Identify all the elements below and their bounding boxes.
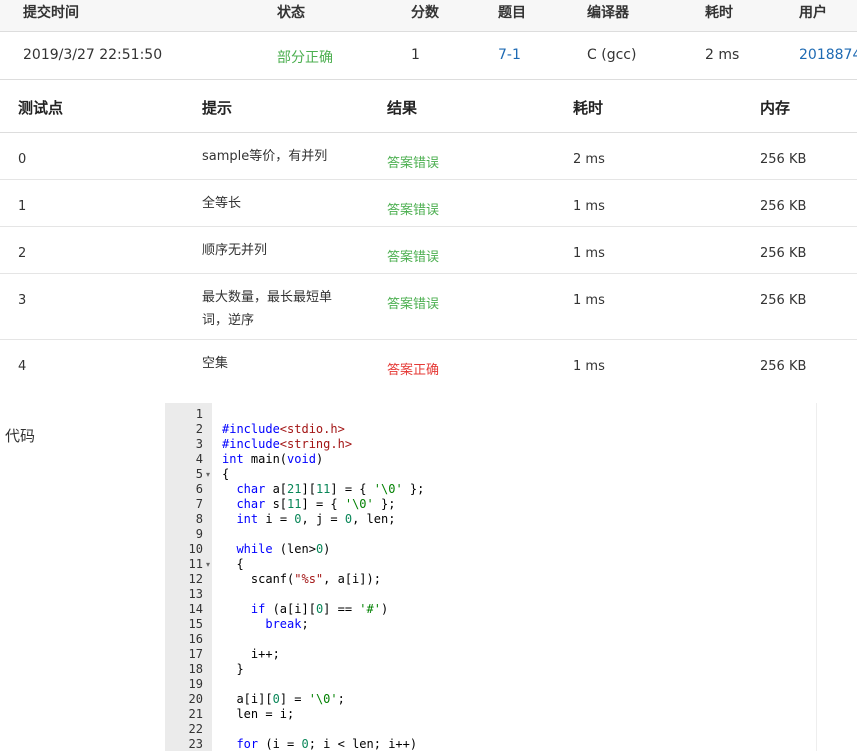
code-line: int i = 0, j = 0, len; xyxy=(236,512,396,526)
testpoint-hint: 空集 xyxy=(202,356,229,371)
code-line: #include<string.h> xyxy=(222,437,353,451)
line-number: 13 xyxy=(188,587,203,601)
header-duration: 耗时 xyxy=(705,5,733,21)
code-line: scanf("%s", a[i]); xyxy=(222,572,381,586)
code-line: char a[21][11] = { '\0' }; xyxy=(236,482,425,496)
header-compiler: 编译器 xyxy=(587,5,629,21)
testpoint-memory: 256 KB xyxy=(760,199,807,214)
user-link[interactable]: 2018874 xyxy=(799,47,857,63)
header-problem: 题目 xyxy=(498,5,526,21)
header-user: 用户 xyxy=(799,5,827,21)
testpoint-memory: 256 KB xyxy=(760,359,807,374)
line-number: 8 xyxy=(195,512,203,526)
line-number: 20 xyxy=(188,692,203,706)
line-number-gutter: 1 2 3 4 5 ▾ 6 7 8 9 10 11 ▾ 12 13 14 15 16 17 18 19 20 21 22 23 xyxy=(165,403,212,751)
line-number: 9 xyxy=(195,527,203,541)
testpoint-result: 答案错误 xyxy=(387,156,440,171)
testpoint-id: 0 xyxy=(18,152,27,167)
code-line: for (i = 0; i < len; i++) xyxy=(236,737,418,751)
testpoint-result: 答案错误 xyxy=(387,297,440,312)
line-number: 10 xyxy=(188,542,203,556)
testpoint-duration: 1 ms xyxy=(573,359,605,374)
header-status: 状态 xyxy=(277,5,305,21)
line-number: 5 xyxy=(195,467,203,481)
code-line: if (a[i][0] == '#') xyxy=(250,602,389,616)
line-number: 16 xyxy=(188,632,203,646)
line-number: 11 xyxy=(188,557,203,571)
code-line: { xyxy=(222,467,230,481)
testcase-row: 0 sample等价，有并列 答案错误 2 ms 256 KB xyxy=(0,133,857,180)
testpoint-hint: sample等价，有并列 xyxy=(202,149,328,164)
line-number: 4 xyxy=(195,452,203,466)
code-line: a[i][0] = '\0'; xyxy=(222,692,345,706)
code-label: 代码 xyxy=(5,427,36,445)
testpoint-hint: 全等长 xyxy=(202,196,242,211)
status-badge: 部分正确 xyxy=(277,50,333,66)
submission-table-header: 提交时间 状态 分数 题目 编译器 耗时 用户 xyxy=(0,0,857,32)
line-number: 22 xyxy=(188,722,203,736)
line-number: 12 xyxy=(188,572,203,586)
problem-link[interactable]: 7-1 xyxy=(498,47,521,63)
line-number: 18 xyxy=(188,662,203,676)
duration-value: 2 ms xyxy=(705,47,740,63)
header-tc-duration: 耗时 xyxy=(573,99,604,117)
code-line: { xyxy=(222,557,244,571)
code-line: #include<stdio.h> xyxy=(222,422,345,436)
testpoint-id: 4 xyxy=(18,359,27,374)
header-score: 分数 xyxy=(411,5,439,21)
fold-toggle-icon[interactable]: ▾ xyxy=(206,467,210,482)
header-testpoint: 测试点 xyxy=(18,99,64,117)
code-line: char s[11] = { '\0' }; xyxy=(236,497,396,511)
line-number: 14 xyxy=(188,602,203,616)
code-line: i++; xyxy=(222,647,280,661)
testpoint-result: 答案错误 xyxy=(387,203,440,218)
header-submit-time: 提交时间 xyxy=(23,5,79,21)
testpoint-duration: 1 ms xyxy=(573,199,605,214)
header-hint: 提示 xyxy=(202,99,233,117)
header-memory: 内存 xyxy=(760,99,791,117)
testpoint-id: 1 xyxy=(18,199,27,214)
testpoint-memory: 256 KB xyxy=(760,246,807,261)
submit-time: 2019/3/27 22:51:50 xyxy=(23,47,163,63)
testpoint-duration: 2 ms xyxy=(573,152,605,167)
code-line: len = i; xyxy=(222,707,295,721)
testpoint-id: 3 xyxy=(18,293,27,308)
code-line: break; xyxy=(265,617,309,631)
line-number: 6 xyxy=(195,482,203,496)
testcase-table-header: 测试点 提示 结果 耗时 内存 xyxy=(0,80,857,133)
testpoint-result: 答案正确 xyxy=(387,363,440,378)
testpoint-duration: 1 ms xyxy=(573,293,605,308)
code-line: int main(void) xyxy=(222,452,324,466)
testcase-row: 3 最大数量，最长最短单词，逆序 答案错误 1 ms 256 KB xyxy=(0,274,857,340)
testpoint-result: 答案错误 xyxy=(387,250,440,265)
line-number: 15 xyxy=(188,617,203,631)
line-number: 2 xyxy=(195,422,203,436)
testpoint-duration: 1 ms xyxy=(573,246,605,261)
line-number: 19 xyxy=(188,677,203,691)
header-result: 结果 xyxy=(387,99,418,117)
testcase-row: 4 空集 答案正确 1 ms 256 KB xyxy=(0,340,857,386)
testcase-row: 1 全等长 答案错误 1 ms 256 KB xyxy=(0,180,857,227)
testpoint-id: 2 xyxy=(18,246,27,261)
testcase-row: 2 顺序无并列 答案错误 1 ms 256 KB xyxy=(0,227,857,274)
code-editor[interactable]: 1 2 3 4 5 ▾ 6 7 8 9 10 11 ▾ 12 13 14 15 16 17 18 19 20 21 22 23 … xyxy=(165,403,817,751)
line-number: 17 xyxy=(188,647,203,661)
testpoint-memory: 256 KB xyxy=(760,293,807,308)
line-number: 23 xyxy=(188,737,203,751)
testpoint-hint: 顺序无并列 xyxy=(202,243,268,258)
code-line: while (len>0) xyxy=(236,542,331,556)
line-number: 3 xyxy=(195,437,203,451)
testpoint-hint: 最大数量，最长最短单词，逆序 xyxy=(202,290,333,328)
line-number: 7 xyxy=(195,497,203,511)
submission-row: 2019/3/27 22:51:50 部分正确 1 7-1 C (gcc) 2 … xyxy=(0,32,857,80)
score-value: 1 xyxy=(411,47,420,63)
testpoint-memory: 256 KB xyxy=(760,152,807,167)
line-number: 1 xyxy=(195,407,203,421)
line-number: 21 xyxy=(188,707,203,721)
fold-toggle-icon[interactable]: ▾ xyxy=(206,557,210,572)
compiler-value: C (gcc) xyxy=(587,47,637,63)
code-line: } xyxy=(222,662,244,676)
